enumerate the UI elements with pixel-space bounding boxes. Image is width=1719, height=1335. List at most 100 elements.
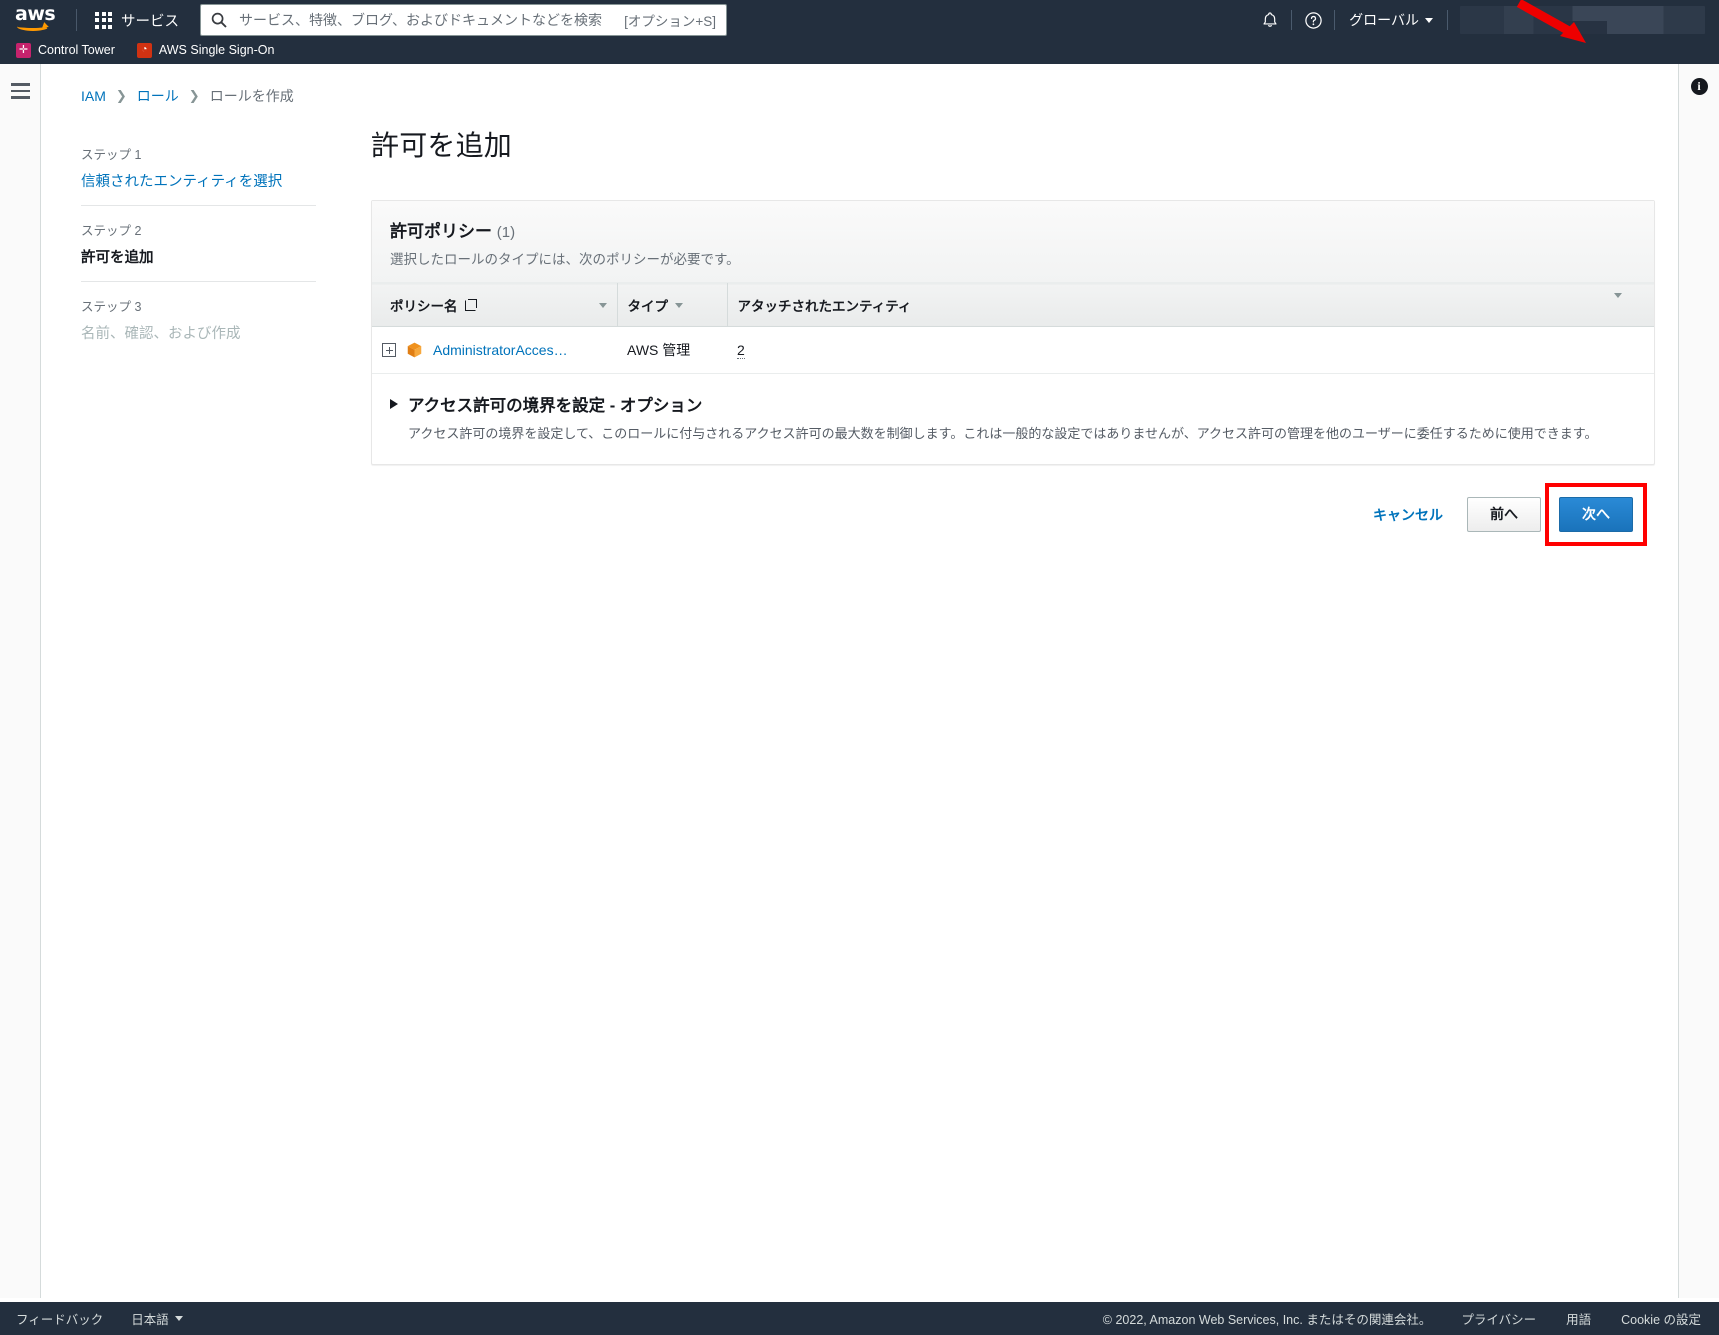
wizard-layout: ステップ 1 信頼されたエンティティを選択 ステップ 2 許可を追加 ステップ … — [41, 106, 1678, 543]
favorite-single-sign-on[interactable]: AWS Single Sign-On — [137, 43, 275, 58]
table-row[interactable]: AdministratorAcces… AWS 管理 2 — [372, 327, 1654, 374]
permissions-boundary-description: アクセス許可の境界を設定して、このロールに付与されるアクセス許可の最大数を制御し… — [390, 424, 1636, 444]
card-subtitle: 選択したロールのタイプには、次のポリシーが必要です。 — [390, 248, 1636, 268]
notifications-button[interactable] — [1249, 0, 1291, 40]
column-header-options[interactable] — [1604, 284, 1654, 327]
permissions-policies-card: 許可ポリシー (1) 選択したロールのタイプには、次のポリシーが必要です。 ポリ… — [371, 200, 1655, 465]
language-selector[interactable]: 日本語 — [131, 1309, 183, 1328]
table-header-row: ポリシー名 タイプ — [372, 284, 1654, 327]
question-circle-icon — [1304, 11, 1323, 30]
chevron-right-icon: ❯ — [189, 88, 200, 104]
global-search-bar[interactable]: [オプション+S] — [200, 4, 727, 36]
aws-logo-text: aws — [14, 6, 58, 23]
info-icon[interactable]: i — [1691, 78, 1708, 95]
top-nav-right-group: グローバル — [1249, 0, 1709, 40]
sort-arrow-icon[interactable] — [675, 303, 683, 308]
bell-icon — [1261, 11, 1279, 29]
terms-link[interactable]: 用語 — [1566, 1309, 1591, 1328]
language-label: 日本語 — [131, 1309, 169, 1328]
breadcrumb: IAM ❯ ロール ❯ ロールを作成 — [41, 64, 1678, 106]
step-label: 許可を追加 — [81, 246, 316, 267]
sort-arrow-icon[interactable] — [599, 303, 607, 308]
search-input[interactable] — [237, 11, 616, 29]
attached-entities-count[interactable]: 2 — [737, 342, 745, 359]
page-title: 許可を追加 — [371, 124, 1655, 164]
grid-icon — [95, 12, 112, 29]
chevron-right-icon: ❯ — [116, 88, 127, 104]
policies-table-body: AdministratorAcces… AWS 管理 2 — [372, 327, 1654, 374]
step-label: 名前、確認、および作成 — [81, 322, 316, 343]
left-nav-rail — [0, 64, 41, 1298]
page-shell: IAM ❯ ロール ❯ ロールを作成 ステップ 1 信頼されたエンティティを選択… — [0, 64, 1719, 1298]
external-link-icon — [465, 299, 477, 311]
main-content: IAM ❯ ロール ❯ ロールを作成 ステップ 1 信頼されたエンティティを選択… — [41, 64, 1678, 1298]
search-shortcut-hint: [オプション+S] — [616, 10, 716, 30]
card-header: 許可ポリシー (1) 選択したロールのタイプには、次のポリシーが必要です。 — [372, 201, 1654, 283]
favorite-control-tower[interactable]: Control Tower — [16, 43, 115, 58]
policy-cube-icon — [407, 342, 422, 358]
region-selector[interactable]: グローバル — [1335, 10, 1447, 30]
column-label: タイプ — [628, 295, 669, 315]
column-label: ポリシー名 — [390, 295, 458, 315]
step-label: 信頼されたエンティティを選択 — [81, 170, 316, 191]
wizard-panel: 許可を追加 許可ポリシー (1) 選択したロールのタイプには、次のポリシーが必要… — [326, 124, 1678, 543]
step-number: ステップ 3 — [81, 296, 316, 315]
control-tower-icon — [16, 43, 31, 58]
favorites-bar: Control Tower AWS Single Sign-On — [0, 40, 1719, 64]
breadcrumb-item-current: ロールを作成 — [210, 86, 294, 106]
wizard-action-bar: キャンセル 前へ 次へ — [371, 465, 1655, 543]
column-label: アタッチされたエンティティ — [738, 295, 912, 315]
cookie-preferences-link[interactable]: Cookie の設定 — [1621, 1309, 1701, 1328]
sidebar-toggle-button[interactable] — [11, 79, 30, 103]
favorite-label: AWS Single Sign-On — [159, 43, 275, 57]
chevron-down-icon[interactable] — [1614, 293, 1622, 313]
next-button[interactable]: 次へ — [1559, 497, 1633, 532]
right-info-rail: i — [1678, 64, 1719, 1298]
policies-table-header: ポリシー名 タイプ — [372, 284, 1654, 327]
single-sign-on-icon — [137, 43, 152, 58]
step-number: ステップ 2 — [81, 220, 316, 239]
wizard-step-2[interactable]: ステップ 2 許可を追加 — [81, 205, 316, 281]
column-header-policy-name[interactable]: ポリシー名 — [372, 284, 617, 327]
permissions-boundary-title[interactable]: アクセス許可の境界を設定 - オプション — [408, 392, 702, 416]
next-button-wrapper: 次へ — [1559, 497, 1633, 532]
cell-spacer — [1604, 327, 1654, 374]
nav-divider — [1447, 10, 1448, 30]
search-icon — [211, 12, 227, 28]
account-menu-redacted[interactable] — [1460, 6, 1705, 34]
chevron-down-icon — [175, 1316, 183, 1321]
aws-logo[interactable]: aws — [14, 6, 58, 34]
feedback-link[interactable]: フィードバック — [16, 1309, 103, 1328]
favorite-label: Control Tower — [38, 43, 115, 57]
cell-policy-type: AWS 管理 — [617, 327, 727, 374]
region-selector-label: グローバル — [1349, 10, 1419, 30]
services-menu-label: サービス — [121, 10, 179, 31]
previous-button[interactable]: 前へ — [1467, 497, 1541, 532]
column-header-attached-entities[interactable]: アタッチされたエンティティ — [727, 284, 1604, 327]
help-button[interactable] — [1292, 0, 1334, 40]
policy-name-link[interactable]: AdministratorAcces… — [433, 342, 568, 358]
permissions-boundary-section: アクセス許可の境界を設定 - オプション アクセス許可の境界を設定して、このロー… — [372, 374, 1654, 464]
services-menu-button[interactable]: サービス — [91, 4, 183, 37]
cancel-button[interactable]: キャンセル — [1367, 497, 1449, 533]
wizard-steps: ステップ 1 信頼されたエンティティを選択 ステップ 2 許可を追加 ステップ … — [81, 124, 326, 543]
aws-logo-smile — [17, 22, 49, 31]
card-heading: 許可ポリシー (1) — [390, 217, 1636, 242]
card-heading-text: 許可ポリシー — [390, 222, 492, 241]
column-header-type[interactable]: タイプ — [617, 284, 727, 327]
cell-policy-name: AdministratorAcces… — [372, 327, 617, 374]
wizard-step-1[interactable]: ステップ 1 信頼されたエンティティを選択 — [81, 134, 316, 205]
chevron-down-icon — [1425, 18, 1433, 23]
expand-triangle-icon[interactable] — [390, 399, 398, 409]
privacy-link[interactable]: プライバシー — [1461, 1309, 1536, 1328]
wizard-step-3: ステップ 3 名前、確認、および作成 — [81, 281, 316, 357]
expand-row-icon[interactable] — [382, 343, 396, 357]
page-footer: フィードバック 日本語 © 2022, Amazon Web Services,… — [0, 1302, 1719, 1335]
breadcrumb-item-iam[interactable]: IAM — [81, 88, 106, 104]
breadcrumb-item-roles[interactable]: ロール — [137, 86, 179, 106]
cell-attached-entities: 2 — [727, 327, 1604, 374]
copyright-text: © 2022, Amazon Web Services, Inc. またはその関… — [1103, 1309, 1432, 1328]
card-heading-count: (1) — [497, 224, 515, 241]
top-navigation-bar: aws サービス [オプション+S] — [0, 0, 1719, 40]
policies-table: ポリシー名 タイプ — [372, 283, 1654, 374]
